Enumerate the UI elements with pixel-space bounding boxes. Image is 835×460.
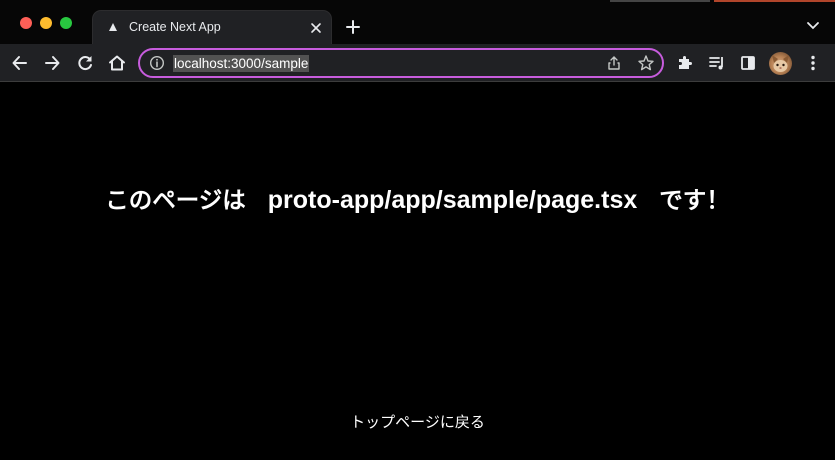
forward-icon[interactable]: [42, 53, 62, 73]
menu-icon[interactable]: [803, 53, 823, 73]
new-tab-icon[interactable]: [344, 18, 362, 36]
browser-window: Create Next App localhost:3000/sample この…: [0, 0, 835, 460]
info-icon[interactable]: [149, 55, 165, 71]
star-icon[interactable]: [637, 54, 655, 72]
heading-prefix: このページは: [105, 186, 246, 214]
tab-title: Create Next App: [129, 20, 221, 34]
extensions-icon[interactable]: [675, 53, 695, 73]
window-edge: [610, 0, 710, 2]
url-text[interactable]: localhost:3000/sample: [173, 55, 310, 72]
heading-suffix: です！: [659, 186, 730, 214]
share-icon[interactable]: [606, 55, 622, 71]
back-to-top-link[interactable]: トップページに戻る: [0, 411, 835, 432]
page-heading: このページは proto-app/app/sample/page.tsx です！: [0, 181, 835, 215]
browser-toolbar: localhost:3000/sample: [0, 44, 835, 82]
address-bar[interactable]: localhost:3000/sample: [138, 48, 664, 78]
triangle-icon: [109, 23, 117, 31]
back-icon[interactable]: [10, 53, 30, 73]
reload-icon[interactable]: [75, 53, 95, 73]
close-icon[interactable]: [308, 20, 324, 36]
window-edge-accent: [714, 0, 835, 2]
close-window-button[interactable]: [20, 17, 32, 29]
home-icon[interactable]: [107, 53, 127, 73]
tab-strip: Create Next App: [0, 0, 835, 45]
maximize-window-button[interactable]: [60, 17, 72, 29]
side-panel-icon[interactable]: [738, 53, 758, 73]
minimize-window-button[interactable]: [40, 17, 52, 29]
media-icon[interactable]: [707, 53, 727, 73]
active-tab[interactable]: Create Next App: [92, 10, 332, 45]
cat-avatar-icon: [772, 55, 789, 72]
profile-avatar[interactable]: [769, 52, 792, 75]
chevron-down-icon[interactable]: [806, 21, 820, 31]
page-viewport: このページは proto-app/app/sample/page.tsx です！ ト…: [0, 83, 835, 460]
heading-file-path: proto-app/app/sample/page.tsx: [267, 186, 638, 214]
